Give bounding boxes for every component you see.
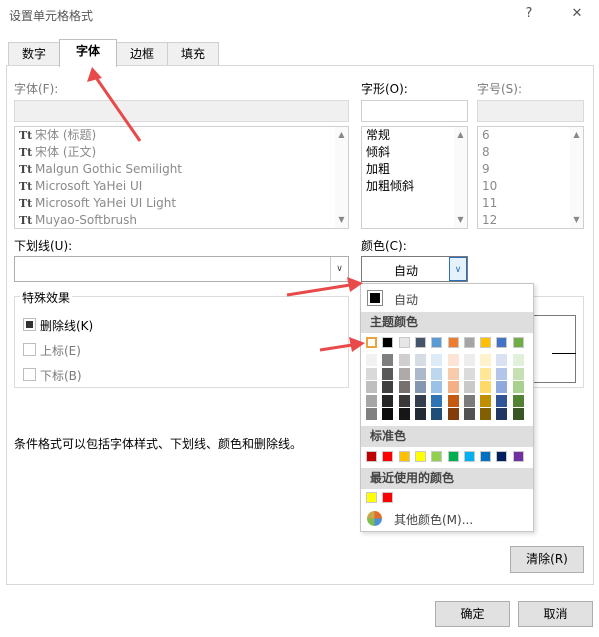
annotation-arrows <box>87 67 365 352</box>
arrow-to-color-dropdown <box>286 277 363 297</box>
arrow-to-font-tab <box>87 67 142 142</box>
arrow-to-white-swatch <box>319 337 365 352</box>
